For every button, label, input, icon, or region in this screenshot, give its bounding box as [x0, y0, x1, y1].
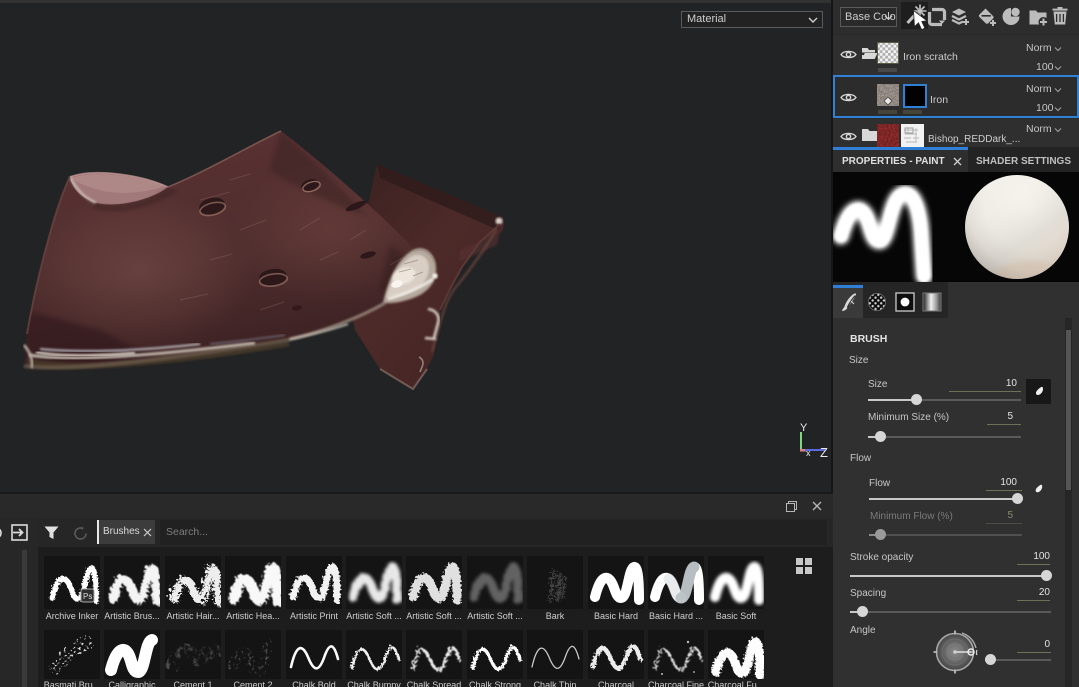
svg-text:x: x [806, 448, 811, 458]
svg-text:Ps: Ps [83, 592, 92, 601]
svg-text:Z: Z [820, 445, 828, 458]
